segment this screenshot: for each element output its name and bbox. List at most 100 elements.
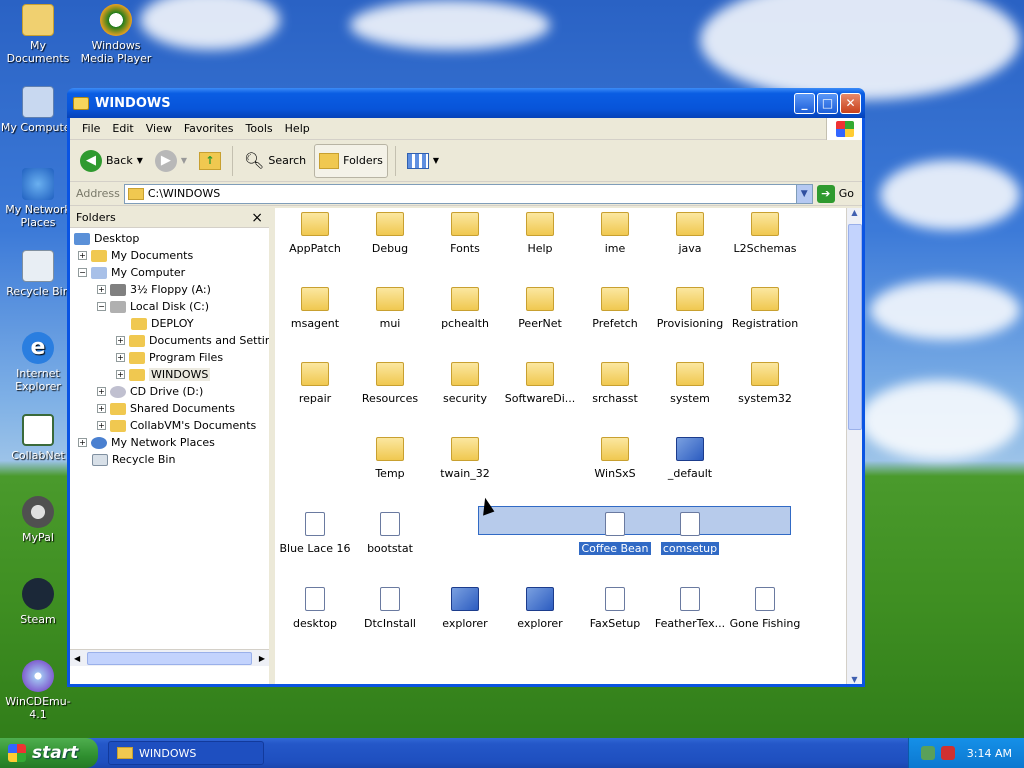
- file-item[interactable]: Registration: [727, 287, 803, 330]
- desktop-icon-wmp[interactable]: Windows Media Player: [76, 4, 156, 65]
- file-item[interactable]: repair: [277, 362, 353, 405]
- file-item[interactable]: Temp: [352, 437, 428, 480]
- folder-icon: [127, 187, 144, 200]
- file-item[interactable]: pchealth: [427, 287, 503, 330]
- file-item[interactable]: security: [427, 362, 503, 405]
- go-button[interactable]: ➔ Go: [816, 184, 862, 203]
- menu-edit[interactable]: Edit: [106, 122, 139, 135]
- hard-drive-icon: [110, 300, 126, 313]
- tree-item-my-network-places[interactable]: + My Network Places: [78, 434, 215, 451]
- file-item[interactable]: mui: [352, 287, 428, 330]
- tree-item-floppy[interactable]: +3½ Floppy (A:): [97, 281, 211, 298]
- file-item[interactable]: bootstat: [352, 512, 428, 555]
- file-item[interactable]: java: [652, 212, 728, 255]
- file-item[interactable]: ime: [577, 212, 653, 255]
- file-item[interactable]: FaxSetup: [577, 587, 653, 630]
- menu-favorites[interactable]: Favorites: [178, 122, 240, 135]
- file-item[interactable]: desktop: [277, 587, 353, 630]
- vertical-scrollbar[interactable]: ▲ ▼: [846, 208, 862, 684]
- back-button[interactable]: ◀ Back ▼: [76, 144, 147, 178]
- file-item[interactable]: _default: [652, 437, 728, 480]
- expand-icon[interactable]: +: [78, 438, 87, 447]
- file-item[interactable]: Fonts: [427, 212, 503, 255]
- search-button[interactable]: 🔍︎ Search: [240, 144, 310, 178]
- expand-icon[interactable]: +: [97, 404, 106, 413]
- collapse-icon[interactable]: −: [97, 302, 106, 311]
- menu-help[interactable]: Help: [279, 122, 316, 135]
- file-item[interactable]: Gone Fishing: [727, 587, 803, 630]
- scrollbar-thumb[interactable]: [848, 224, 862, 430]
- file-item[interactable]: Provisioning: [652, 287, 728, 330]
- title-bar[interactable]: WINDOWS _ □ ✕: [67, 88, 865, 118]
- close-button[interactable]: ✕: [840, 92, 861, 114]
- minimize-button[interactable]: _: [794, 92, 815, 114]
- folders-button[interactable]: Folders: [314, 143, 388, 178]
- file-item[interactable]: AppPatch: [277, 212, 353, 255]
- address-value: C:\WINDOWS: [147, 187, 221, 200]
- collapse-icon[interactable]: −: [78, 268, 87, 277]
- tree-item-desktop[interactable]: Desktop: [74, 230, 139, 247]
- tree-item-deploy[interactable]: DEPLOY: [131, 315, 194, 332]
- tree-item-recycle-bin[interactable]: Recycle Bin: [92, 451, 175, 468]
- file-item[interactable]: Debug: [352, 212, 428, 255]
- expand-icon[interactable]: +: [78, 251, 87, 260]
- tree-item-my-documents[interactable]: + My Documents: [78, 247, 193, 264]
- file-item[interactable]: WinSxS: [577, 437, 653, 480]
- scrollbar-thumb[interactable]: [87, 651, 252, 665]
- tree-item-shared-documents[interactable]: + Shared Documents: [97, 400, 235, 417]
- maximize-button[interactable]: □: [817, 92, 838, 114]
- menu-tools[interactable]: Tools: [240, 122, 279, 135]
- close-icon[interactable]: ×: [251, 210, 263, 226]
- folder-icon: [376, 437, 404, 461]
- file-item[interactable]: Resources: [352, 362, 428, 405]
- tree-item-local-disk[interactable]: − Local Disk (C:): [97, 298, 209, 315]
- expand-icon[interactable]: +: [97, 387, 106, 396]
- views-button[interactable]: ▼: [403, 144, 443, 178]
- expand-icon[interactable]: +: [97, 421, 106, 430]
- menu-file[interactable]: File: [76, 122, 106, 135]
- tree-item-my-computer[interactable]: − My Computer: [78, 264, 185, 281]
- file-item[interactable]: L2Schemas: [727, 212, 803, 255]
- file-item[interactable]: PeerNet: [502, 287, 578, 330]
- address-input[interactable]: C:\WINDOWS ▼: [123, 183, 813, 204]
- file-item[interactable]: Blue Lace 16: [277, 512, 353, 555]
- expand-icon[interactable]: +: [116, 336, 125, 345]
- file-item[interactable]: twain_32: [427, 437, 503, 480]
- file-item[interactable]: Coffee Bean: [577, 512, 653, 555]
- file-item[interactable]: DtcInstall: [352, 587, 428, 630]
- file-item[interactable]: explorer: [427, 587, 503, 630]
- file-item[interactable]: Prefetch: [577, 287, 653, 330]
- file-item[interactable]: system: [652, 362, 728, 405]
- file-item[interactable]: FeatherTex...: [652, 587, 728, 630]
- tree-item-collabvm-documents[interactable]: + CollabVM's Documents: [97, 417, 256, 434]
- chevron-down-icon[interactable]: ▼: [795, 184, 812, 203]
- menu-view[interactable]: View: [140, 122, 178, 135]
- file-item[interactable]: explorer: [502, 587, 578, 630]
- start-button[interactable]: start: [0, 738, 98, 768]
- file-item[interactable]: Help: [502, 212, 578, 255]
- tree-item-windows[interactable]: + WINDOWS: [116, 366, 211, 383]
- file-label: FeatherTex...: [654, 617, 726, 630]
- file-item[interactable]: msagent: [277, 287, 353, 330]
- tree-item-cd-drive[interactable]: + CD Drive (D:): [97, 383, 203, 400]
- security-shield-icon[interactable]: [940, 746, 955, 760]
- expand-icon[interactable]: +: [116, 353, 125, 362]
- forward-button[interactable]: ▶ ▼: [151, 144, 191, 178]
- file-label: L2Schemas: [733, 242, 797, 255]
- file-item[interactable]: system32: [727, 362, 803, 405]
- taskbar-button-windows[interactable]: WINDOWS: [108, 741, 264, 765]
- file-item[interactable]: SoftwareDi...: [502, 362, 578, 405]
- network-tray-icon[interactable]: [920, 746, 935, 760]
- tree-item-documents-and-settings[interactable]: +Documents and Settings: [116, 332, 269, 349]
- folder-icon: [526, 212, 554, 236]
- file-item[interactable]: srchasst: [577, 362, 653, 405]
- file-label: explorer: [517, 617, 563, 630]
- horizontal-scrollbar[interactable]: ◀ ▶: [70, 649, 269, 666]
- file-label: ime: [604, 242, 626, 255]
- expand-icon[interactable]: +: [116, 370, 125, 379]
- expand-icon[interactable]: +: [97, 285, 106, 294]
- up-button[interactable]: ↑: [195, 144, 225, 178]
- desktop-icon-my-documents[interactable]: My Documents: [0, 4, 78, 65]
- tree-item-program-files[interactable]: + Program Files: [116, 349, 223, 366]
- file-item[interactable]: comsetup: [652, 512, 728, 555]
